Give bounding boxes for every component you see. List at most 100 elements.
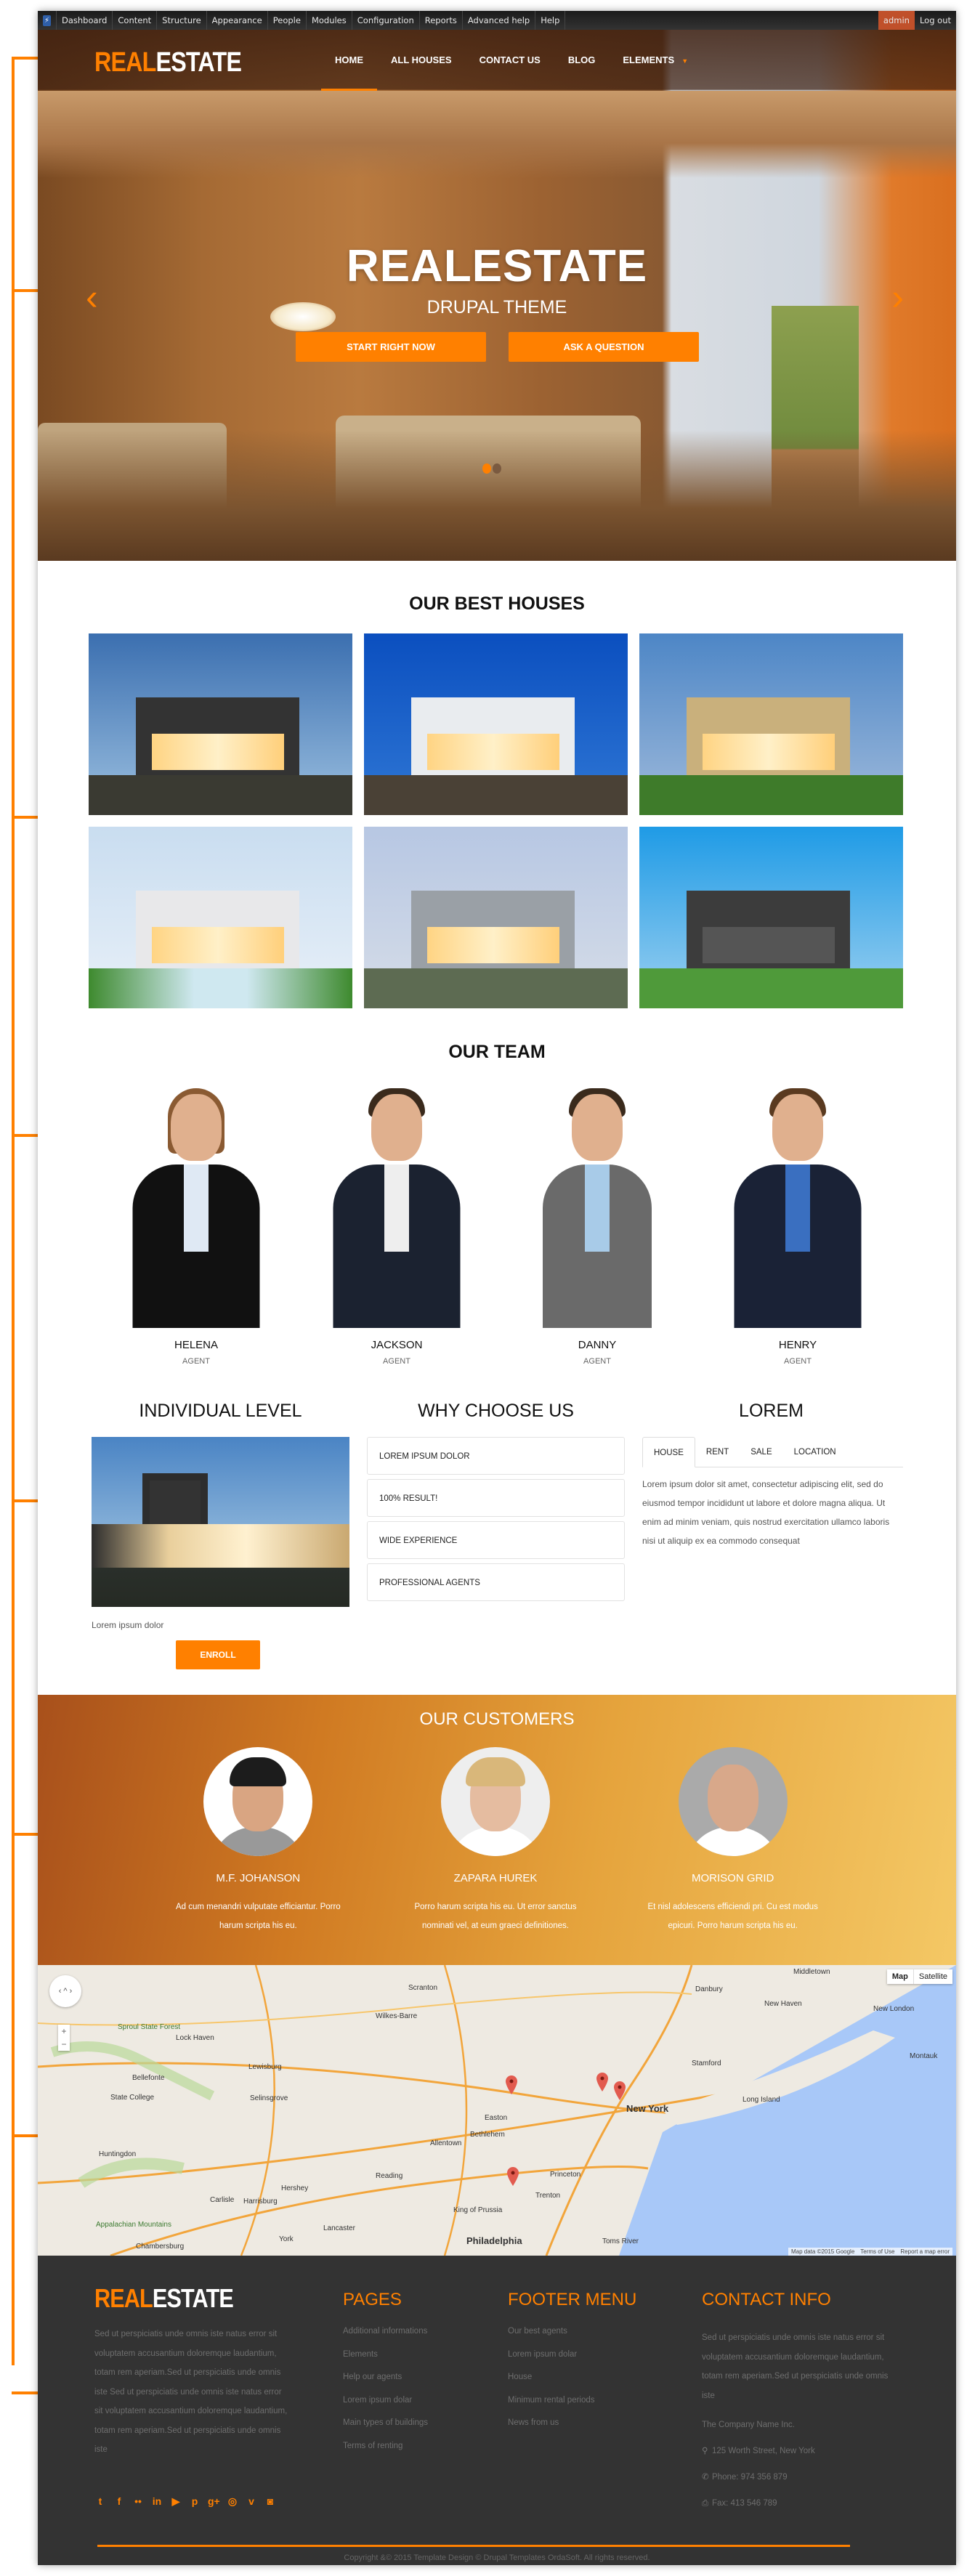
- footer-link[interactable]: Main types of buildings: [343, 2418, 428, 2442]
- slider-dot[interactable]: [493, 463, 501, 474]
- house-card[interactable]: [364, 633, 628, 815]
- nav-all-houses[interactable]: ALL HOUSES: [377, 30, 466, 91]
- map-label: Stamford: [692, 2059, 721, 2067]
- google-plus-icon[interactable]: g+: [208, 2495, 220, 2508]
- map-label: Bellefonte: [132, 2074, 165, 2082]
- social-links: t f •• in ▶ p g+ ◎ v ◙: [94, 2495, 276, 2508]
- facebook-icon[interactable]: f: [113, 2495, 125, 2508]
- nav-elements[interactable]: ELEMENTS ▼: [609, 30, 702, 91]
- toolbar-reports[interactable]: Reports: [420, 11, 463, 30]
- enroll-button[interactable]: ENROLL: [176, 1640, 260, 1669]
- site-logo[interactable]: REALESTATE: [94, 47, 242, 78]
- hero-slider: REALESTATE DRUPAL THEME START RIGHT NOW …: [38, 30, 956, 561]
- toolbar-content[interactable]: Content: [113, 11, 158, 30]
- footer-link[interactable]: News from us: [508, 2418, 595, 2442]
- tab-location[interactable]: LOCATION: [783, 1437, 847, 1467]
- map-zoom-in-button[interactable]: +: [58, 2025, 70, 2038]
- slider-pagination: [482, 463, 501, 474]
- tab-rent[interactable]: RENT: [695, 1437, 740, 1467]
- footer-menu-title: FOOTER MENU: [508, 2290, 637, 2309]
- team-member[interactable]: HENRY AGENT: [697, 1081, 898, 1366]
- map-label: Lewisburg: [248, 2063, 282, 2071]
- map-marker-icon[interactable]: [507, 2167, 519, 2186]
- pinterest-icon[interactable]: p: [189, 2495, 201, 2508]
- google-map[interactable]: Map Satellite ‹ ^ › + − Middletown Scran…: [38, 1965, 956, 2256]
- map-report-error-link[interactable]: Report a map error: [900, 2248, 950, 2255]
- map-label: Chambersburg: [136, 2243, 185, 2251]
- tab-bar: HOUSE RENT SALE LOCATION: [642, 1437, 903, 1467]
- team-member-name: HELENA: [174, 1339, 219, 1351]
- toolbar-user-link[interactable]: admin: [878, 11, 915, 30]
- toolbar-structure[interactable]: Structure: [157, 11, 207, 30]
- map-marker-icon[interactable]: [596, 2073, 608, 2091]
- footer-link[interactable]: Lorem ipsum dolar: [343, 2396, 428, 2419]
- map-zoom-out-button[interactable]: −: [58, 2038, 70, 2051]
- map-label: Scranton: [408, 1984, 438, 1992]
- nav-home[interactable]: HOME: [321, 30, 377, 91]
- team-member-photo: [697, 1081, 898, 1328]
- why-item[interactable]: WIDE EXPERIENCE: [367, 1521, 625, 1559]
- instagram-icon[interactable]: ◙: [264, 2495, 276, 2508]
- toolbar-configuration[interactable]: Configuration: [352, 11, 420, 30]
- toolbar-appearance[interactable]: Appearance: [207, 11, 268, 30]
- why-item[interactable]: 100% RESULT!: [367, 1479, 625, 1517]
- footer-link[interactable]: Our best agents: [508, 2327, 595, 2350]
- house-card[interactable]: [364, 827, 628, 1008]
- slider-next-icon[interactable]: ›: [891, 279, 904, 315]
- twitter-icon[interactable]: t: [94, 2495, 106, 2508]
- toolbar-logout-link[interactable]: Log out: [915, 11, 956, 30]
- footer-link[interactable]: Terms of renting: [343, 2442, 428, 2465]
- start-right-now-button[interactable]: START RIGHT NOW: [296, 332, 486, 362]
- map-pan-control[interactable]: ‹ ^ ›: [49, 1975, 81, 2007]
- tab-sale[interactable]: SALE: [740, 1437, 782, 1467]
- tab-house[interactable]: HOUSE: [642, 1437, 695, 1467]
- footer-link[interactable]: Additional informations: [343, 2327, 428, 2350]
- toolbar-dashboard[interactable]: Dashboard: [57, 11, 113, 30]
- map-label: Hershey: [281, 2184, 309, 2192]
- ask-question-button[interactable]: ASK A QUESTION: [509, 332, 699, 362]
- map-type-satellite-button[interactable]: Satellite: [914, 1969, 952, 1984]
- house-card[interactable]: [639, 827, 903, 1008]
- team-member[interactable]: DANNY AGENT: [497, 1081, 697, 1366]
- vimeo-icon[interactable]: v: [246, 2495, 257, 2508]
- footer-pages-title: PAGES: [343, 2290, 402, 2309]
- footer-link[interactable]: Help our agents: [343, 2373, 428, 2396]
- slider-dot-active[interactable]: [482, 463, 491, 474]
- team-member[interactable]: HELENA AGENT: [96, 1081, 296, 1366]
- toolbar-advanced-help[interactable]: Advanced help: [463, 11, 536, 30]
- slider-prev-icon[interactable]: ‹: [86, 279, 98, 315]
- toolbar-help[interactable]: Help: [535, 11, 566, 30]
- map-marker-icon[interactable]: [614, 2081, 626, 2100]
- nav-contact-us[interactable]: CONTACT US: [466, 30, 554, 91]
- team-member-photo: [96, 1081, 296, 1328]
- hero-title: REALESTATE: [346, 241, 648, 291]
- drupal-home-icon[interactable]: ⚡: [38, 11, 57, 30]
- why-item[interactable]: LOREM IPSUM DOLOR: [367, 1437, 625, 1475]
- footer-link[interactable]: Lorem ipsum dolar: [508, 2350, 595, 2373]
- map-marker-icon[interactable]: [506, 2075, 517, 2094]
- team-member[interactable]: JACKSON AGENT: [296, 1081, 497, 1366]
- map-type-map-button[interactable]: Map: [887, 1969, 914, 1984]
- house-card[interactable]: [639, 633, 903, 815]
- footer-link[interactable]: Elements: [343, 2350, 428, 2373]
- map-terms-link[interactable]: Terms of Use: [860, 2248, 894, 2255]
- map-label: Reading: [376, 2172, 403, 2180]
- dribbble-icon[interactable]: ◎: [227, 2495, 238, 2508]
- map-label: Selinsgrove: [250, 2094, 288, 2102]
- youtube-icon[interactable]: ▶: [170, 2495, 182, 2508]
- map-label: Easton: [485, 2114, 508, 2122]
- flickr-icon[interactable]: ••: [132, 2495, 144, 2508]
- toolbar-modules[interactable]: Modules: [307, 11, 352, 30]
- map-marker-icon: ⚲: [702, 2447, 708, 2455]
- phone-icon: ✆: [702, 2473, 709, 2482]
- linkedin-icon[interactable]: in: [151, 2495, 163, 2508]
- why-item[interactable]: PROFESSIONAL AGENTS: [367, 1563, 625, 1601]
- footer-logo[interactable]: REALESTATE: [94, 2283, 234, 2314]
- nav-blog[interactable]: BLOG: [554, 30, 610, 91]
- house-card[interactable]: [89, 633, 352, 815]
- footer-link[interactable]: House: [508, 2373, 595, 2396]
- footer-link[interactable]: Minimum rental periods: [508, 2396, 595, 2419]
- house-card[interactable]: [89, 827, 352, 1008]
- map-label: Toms River: [602, 2237, 639, 2245]
- toolbar-people[interactable]: People: [268, 11, 307, 30]
